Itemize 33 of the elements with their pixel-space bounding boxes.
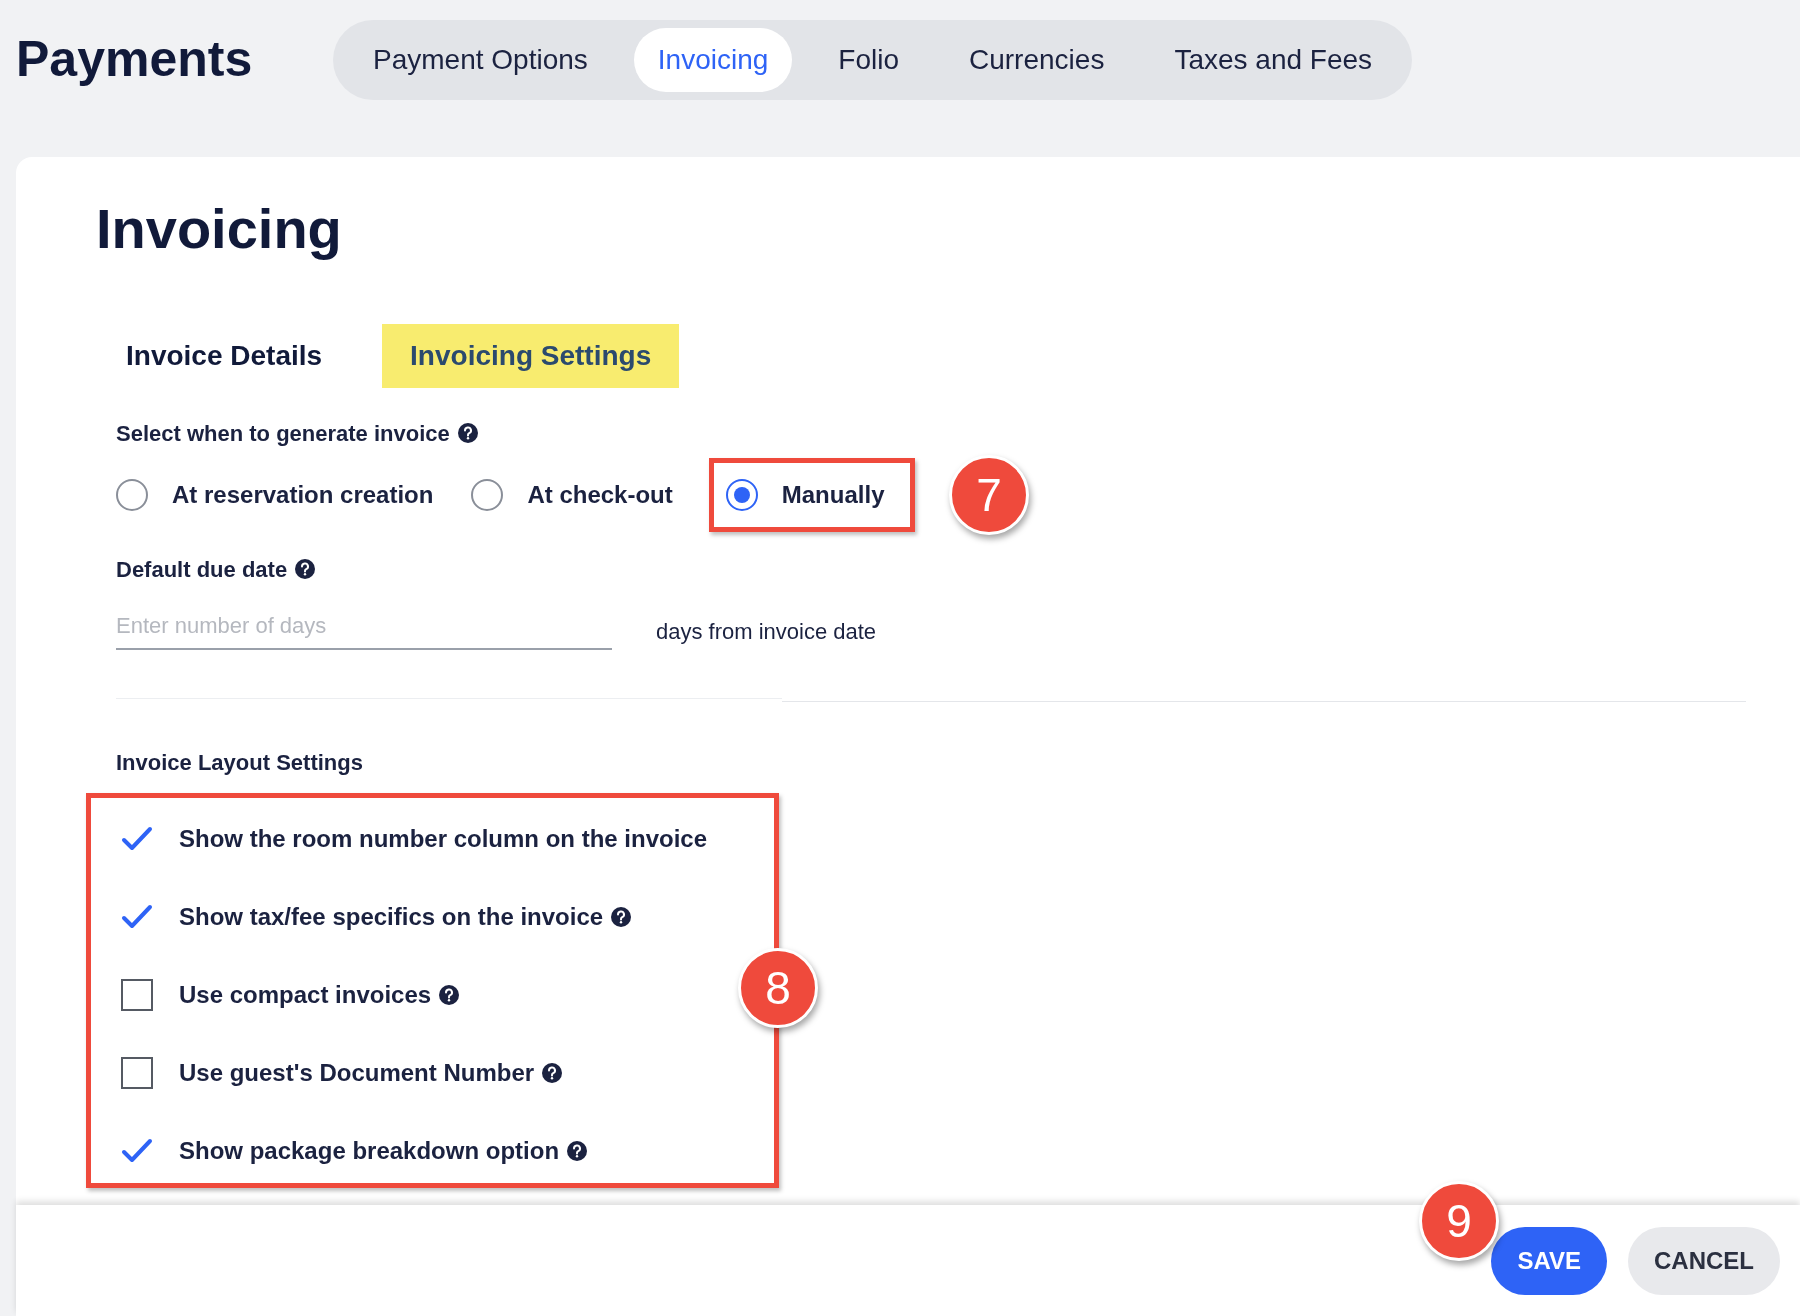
sub-tab[interactable]: Invoicing Settings: [382, 324, 680, 388]
checkbox-option[interactable]: Show package breakdown option: [121, 1133, 560, 1169]
nav-tab[interactable]: Payment Options: [349, 27, 612, 92]
checkbox-option[interactable]: Use compact invoices: [121, 977, 432, 1013]
radio-option[interactable]: Manually: [725, 477, 885, 513]
radio-button[interactable]: [725, 479, 758, 511]
sub-tab[interactable]: Invoice Details: [96, 324, 353, 388]
field-label: Default due date: [116, 555, 288, 584]
checkbox-option[interactable]: Use guest's Document Number: [121, 1055, 535, 1091]
checkbox-option[interactable]: Show tax/fee specifics on the invoice: [121, 899, 604, 935]
help-icon[interactable]: [542, 1063, 563, 1083]
nav-tab[interactable]: Currencies: [945, 27, 1129, 92]
section-label: Invoice Layout Settings: [116, 749, 364, 777]
radio-button[interactable]: [471, 479, 504, 511]
checkbox[interactable]: [121, 1057, 153, 1089]
nav-tab[interactable]: Taxes and Fees: [1150, 27, 1397, 92]
radio-option[interactable]: At check-out: [471, 477, 673, 513]
field-label: Select when to generate invoice: [116, 419, 450, 448]
checkbox[interactable]: [121, 979, 153, 1011]
page-title: Payments: [16, 31, 253, 87]
help-icon[interactable]: [611, 907, 632, 927]
help-icon[interactable]: [457, 423, 478, 443]
radio-option[interactable]: At reservation creation: [116, 477, 434, 513]
radio-button[interactable]: [116, 479, 148, 511]
days-suffix-label: days from invoice date: [656, 618, 877, 646]
cancel-button[interactable]: CANCEL: [1628, 1227, 1780, 1295]
help-icon[interactable]: [295, 559, 316, 579]
nav-tab[interactable]: Invoicing: [633, 27, 793, 92]
days-input-field[interactable]: Enter number of days: [116, 604, 612, 650]
checkbox-option[interactable]: Show the room number column on the invoice: [121, 821, 708, 857]
help-icon[interactable]: [567, 1141, 588, 1161]
nav-tab[interactable]: Folio: [814, 27, 923, 92]
help-icon[interactable]: [439, 985, 460, 1005]
